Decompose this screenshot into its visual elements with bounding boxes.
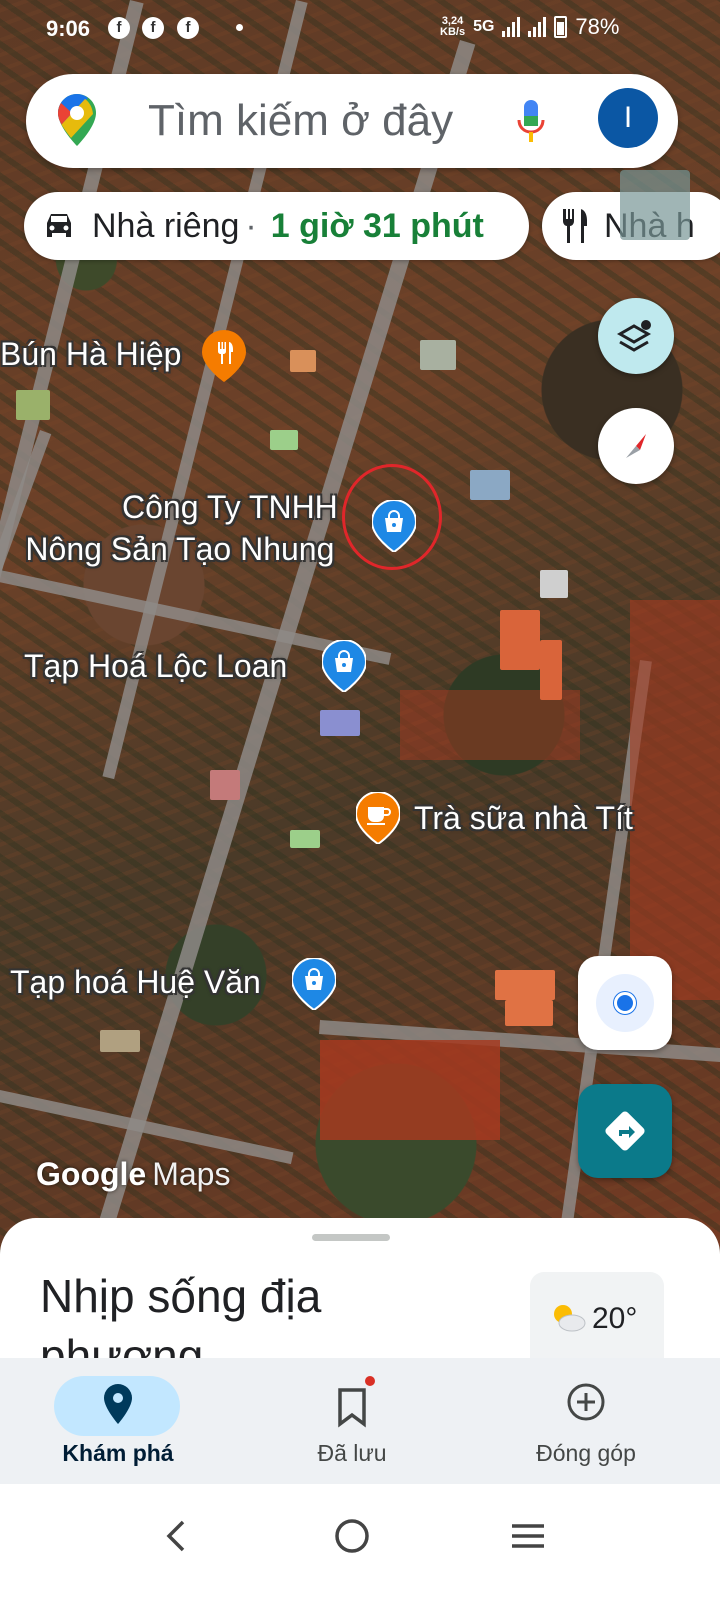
search-bar[interactable]: Tìm kiếm ở đây I	[26, 74, 678, 168]
add-circle-icon	[567, 1383, 605, 1421]
compass-button[interactable]	[598, 408, 674, 484]
home-button[interactable]	[322, 1506, 382, 1566]
partly-cloudy-icon	[554, 1305, 586, 1332]
cafe-pin-icon[interactable]	[356, 792, 400, 844]
notification-dot-icon	[236, 24, 243, 31]
battery-percent: 78%	[575, 14, 620, 39]
sheet-drag-handle[interactable]	[312, 1234, 390, 1241]
weather-chip[interactable]: 20°	[530, 1272, 664, 1372]
facebook-icon: f	[177, 17, 199, 39]
signal-icon	[528, 17, 547, 37]
nav-explore-label: Khám phá	[62, 1440, 174, 1466]
highlight-circle	[342, 464, 442, 570]
my-location-button[interactable]	[578, 956, 672, 1050]
signal-icon	[502, 17, 521, 37]
net-speed: 3,24 KB/s	[440, 15, 466, 38]
home-chip-label: Nhà riêng	[92, 206, 240, 245]
poi-label-loc-loan[interactable]: Tạp Hoá Lộc Loan	[24, 648, 287, 685]
system-navigation-bar	[0, 1484, 720, 1605]
google-maps-watermark: Google Maps	[36, 1156, 231, 1192]
back-button[interactable]	[146, 1506, 206, 1566]
home-circle-icon	[335, 1519, 369, 1553]
status-bar: 9:06 f f f 3,24 KB/s 5G 78%	[0, 0, 720, 56]
nav-contribute-label: Đóng góp	[536, 1440, 636, 1466]
bottom-sheet[interactable]: Nhịp sống địa phương 20°	[0, 1218, 720, 1378]
location-dot-icon	[614, 992, 636, 1014]
directions-icon	[605, 1111, 645, 1151]
search-input[interactable]: Tìm kiếm ở đây	[148, 96, 453, 146]
layers-icon	[616, 320, 652, 352]
microphone-icon[interactable]	[516, 98, 546, 146]
nav-explore[interactable]: Khám phá	[28, 1368, 228, 1478]
home-route-chip[interactable]: Nhà riêng · 1 giờ 31 phút	[24, 192, 529, 260]
temperature: 20°	[592, 1302, 638, 1335]
restaurant-pin-icon[interactable]	[202, 330, 246, 382]
home-travel-time: 1 giờ 31 phút	[270, 206, 484, 245]
back-icon	[166, 1520, 185, 1552]
google-maps-logo-icon	[58, 94, 96, 146]
network-type: 5G	[473, 18, 495, 35]
layers-button[interactable]	[598, 298, 674, 374]
nav-saved[interactable]: Đã lưu	[252, 1368, 452, 1478]
map-thumbnail	[620, 170, 690, 240]
battery-icon	[554, 16, 568, 38]
location-pin-icon	[104, 1384, 132, 1424]
poi-label-tra-sua[interactable]: Trà sữa nhà Tít	[414, 800, 633, 837]
facebook-icon: f	[142, 17, 164, 39]
directions-button[interactable]	[578, 1084, 672, 1178]
bottom-navigation: Khám phá Đã lưu Đóng góp	[0, 1358, 720, 1484]
facebook-icon: f	[108, 17, 130, 39]
bookmark-icon	[338, 1388, 366, 1428]
nav-saved-label: Đã lưu	[317, 1440, 387, 1466]
shopping-pin-icon[interactable]	[322, 640, 366, 692]
car-icon	[47, 214, 71, 237]
status-time: 9:06	[46, 16, 91, 41]
nav-contribute[interactable]: Đóng góp	[486, 1368, 686, 1478]
chip-separator: ·	[245, 206, 257, 245]
restaurant-icon	[563, 209, 587, 243]
menu-icon	[512, 1524, 544, 1548]
recents-button[interactable]	[498, 1506, 558, 1566]
saved-badge-dot	[365, 1376, 375, 1386]
poi-label-bun-ha-hiep[interactable]: Bún Hà Hiệp	[0, 336, 181, 373]
poi-label-hue-van[interactable]: Tạp hoá Huệ Văn	[10, 964, 261, 1001]
shopping-pin-icon[interactable]	[292, 958, 336, 1010]
poi-label-cong-ty[interactable]: Công Ty TNHH Nông Sản Tạo Nhung	[22, 486, 337, 570]
compass-icon	[626, 434, 646, 458]
account-avatar[interactable]: I	[598, 88, 658, 148]
